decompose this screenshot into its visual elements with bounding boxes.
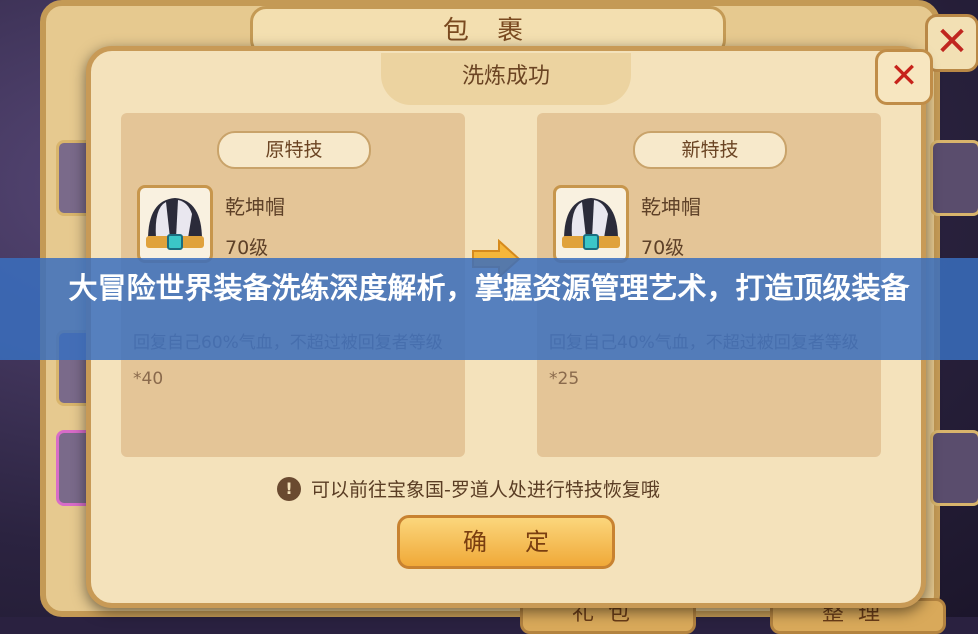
new-item-level: 70级 [641,237,685,259]
exclamation-icon: ! [277,476,301,501]
headline-banner: 大冒险世界装备洗练深度解析，掌握资源管理艺术，打造顶级装备 [0,258,978,360]
headline-text: 大冒险世界装备洗练深度解析，掌握资源管理艺术，打造顶级装备 [68,271,910,305]
tip-text: 可以前往宝象国-罗道人处进行特技恢复哦 [311,479,660,501]
old-item-level: 70级 [225,237,269,259]
new-item-name: 乾坤帽 [641,195,701,219]
old-item-name: 乾坤帽 [225,195,285,219]
inventory-side-slot[interactable] [930,140,978,216]
confirm-button[interactable]: 确定 [397,515,615,569]
inventory-side-slot[interactable] [930,430,978,506]
old-skill-header: 原特技 [217,131,371,169]
helmet-icon[interactable] [137,185,213,263]
restore-tip: ! 可以前往宝象国-罗道人处进行特技恢复哦 [277,475,660,502]
helmet-icon[interactable] [553,185,629,263]
dialog-title: 洗炼成功 [381,53,631,105]
new-skill-header: 新特技 [633,131,787,169]
close-button[interactable]: ✕ [875,49,933,105]
